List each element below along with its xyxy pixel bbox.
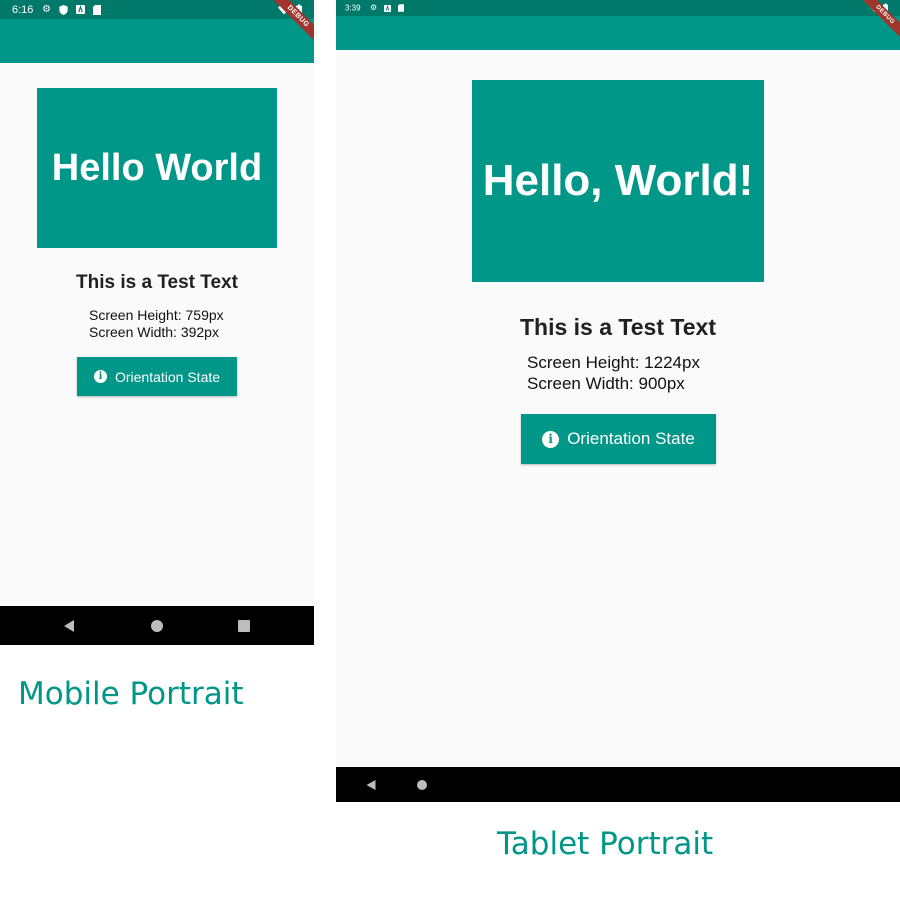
info-icon: i [542,430,560,448]
mobile-device-screen: 6:16 ⚙ Hello World This is a Test Text S… [0,0,314,645]
screen-height-text: Screen Height: 1224px [527,353,700,372]
nav-recents-button[interactable] [238,619,250,632]
orientation-state-label: Orientation State [567,429,695,448]
settings-icon: ⚙ [42,3,51,15]
orientation-state-label: Orientation State [114,368,221,385]
tablet-device-screen: 3:39 ⚙ Hello, World! This is a Test Text… [336,0,900,802]
status-bar: 6:16 ⚙ [0,0,314,19]
nav-home-button[interactable] [417,779,427,790]
status-bar: 3:39 ⚙ [336,0,900,16]
status-time: 3:39 [345,3,361,13]
back-icon [366,779,376,790]
orientation-state-button[interactable]: i Orientation State [521,414,716,464]
text-icon [384,4,392,12]
status-icons-left: ⚙ [370,3,405,12]
system-nav-bar [0,606,314,645]
system-nav-bar [336,767,900,802]
screen-dimensions: Screen Height: 1224px Screen Width: 900p… [527,352,700,394]
settings-icon: ⚙ [370,3,378,12]
mobile-portrait-caption: Mobile Portrait [18,676,244,712]
home-icon [151,619,163,632]
screen-height-text: Screen Height: 759px [89,307,224,323]
orientation-state-button[interactable]: i Orientation State [77,357,237,396]
home-icon [417,779,427,790]
nav-back-button[interactable] [366,779,376,790]
back-icon [64,619,74,632]
tablet-portrait-caption: Tablet Portrait [497,826,714,862]
nav-back-button[interactable] [64,619,74,632]
nav-home-button[interactable] [151,619,163,632]
hello-world-banner: Hello, World! [472,80,764,282]
hello-world-text: Hello World [51,146,263,189]
test-text-heading: This is a Test Text [76,272,238,293]
test-text-heading: This is a Test Text [520,314,716,340]
shield-icon [59,4,68,15]
status-time: 6:16 [12,3,34,16]
screen-width-text: Screen Width: 392px [89,324,219,340]
app-bar [0,19,314,63]
text-icon [75,5,85,14]
recents-icon [238,619,250,632]
screen-dimensions: Screen Height: 759px Screen Width: 392px [89,307,224,341]
info-icon: i [93,370,107,383]
app-bar [336,16,900,50]
sd-card-icon [92,4,101,15]
sd-card-icon [398,4,405,12]
hello-world-banner: Hello World [37,88,277,248]
screen-width-text: Screen Width: 900px [527,374,685,393]
status-icons-left: ⚙ [42,3,101,15]
hello-world-text: Hello, World! [482,156,754,205]
